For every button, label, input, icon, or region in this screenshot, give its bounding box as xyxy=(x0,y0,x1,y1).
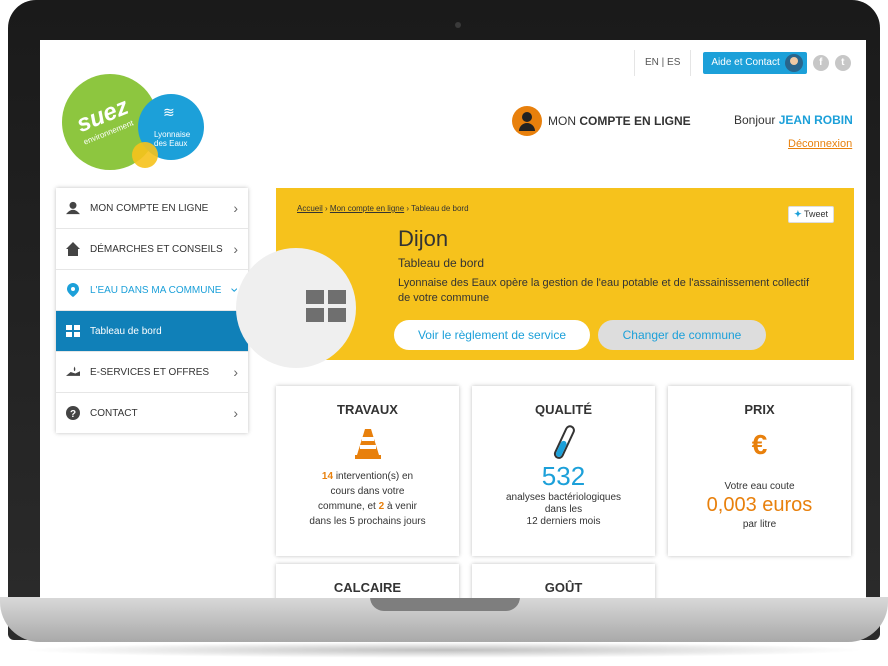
sidebar-item-dashboard[interactable]: Tableau de bord xyxy=(56,311,256,352)
travaux-line4: à venir xyxy=(386,501,417,512)
sidebar-item-label: CONTACT xyxy=(90,407,138,419)
user-name: JEAN ROBIN xyxy=(778,113,853,127)
qualite-text: analyses bactériologiques dans les 12 de… xyxy=(472,492,655,528)
help-contact-button[interactable]: Aide et Contact xyxy=(703,52,807,74)
sidebar-item-demarches[interactable]: DÉMARCHES ET CONSEILS › xyxy=(56,229,248,270)
page-title: Dijon xyxy=(398,226,449,251)
help-label: Aide et Contact xyxy=(711,57,780,68)
commune-banner: Accueil › Mon compte en ligne › Tableau … xyxy=(236,188,854,368)
logo[interactable]: suez environnement ≋ Lyonnaise des Eaux xyxy=(62,74,212,174)
traffic-cone-icon xyxy=(353,429,383,459)
card-title: TRAVAUX xyxy=(337,402,398,417)
twitter-bird-icon: ✦ xyxy=(794,209,802,219)
card-prix[interactable]: PRIX € Votre eau coute 0,003 euros par l… xyxy=(668,386,851,556)
card-qualite[interactable]: QUALITÉ 532 analyses bactériologiques da… xyxy=(472,386,655,556)
dashboard-icon xyxy=(306,290,346,322)
change-commune-button[interactable]: Changer de commune xyxy=(598,320,766,350)
account-prefix: MON xyxy=(548,114,576,128)
travaux-line5: dans les 5 prochains jours xyxy=(309,516,426,527)
travaux-line3: commune, et xyxy=(318,501,376,512)
location-pin-icon xyxy=(66,283,80,297)
account-link[interactable]: MON COMPTE EN LIGNE xyxy=(512,106,691,136)
account-label: MON COMPTE EN LIGNE xyxy=(548,114,691,128)
breadcrumb: Accueil › Mon compte en ligne › Tableau … xyxy=(297,204,469,213)
card-title: QUALITÉ xyxy=(534,402,593,417)
sidebar-item-label: Tableau de bord xyxy=(90,325,162,337)
qualite-line1: analyses bactériologiques xyxy=(505,492,622,503)
breadcrumb-current: Tableau de bord xyxy=(411,204,469,213)
user-icon xyxy=(512,106,542,136)
facebook-icon[interactable]: f xyxy=(812,55,829,71)
laptop-frame: EN | ES Aide et Contact f t suez environ… xyxy=(0,0,888,666)
tweet-label: Tweet xyxy=(803,209,828,219)
travaux-text: 14 intervention(s) en cours dans votre c… xyxy=(276,469,459,529)
analyses-count: 532 xyxy=(541,461,586,491)
interventions-count: 14 xyxy=(321,471,334,482)
advisor-avatar xyxy=(784,54,803,72)
logo-partner-line2: des Eaux xyxy=(154,139,188,148)
dashboard-icon xyxy=(66,324,80,338)
laptop-shadow xyxy=(20,642,868,658)
sidebar-item-contact[interactable]: ? CONTACT › xyxy=(56,393,248,433)
test-tube-icon xyxy=(549,425,579,461)
house-icon xyxy=(66,242,80,256)
breadcrumb-home[interactable]: Accueil xyxy=(297,204,323,213)
logo-partner: Lyonnaise des Eaux xyxy=(154,130,190,148)
page-subtitle: Tableau de bord xyxy=(398,256,485,270)
price-value: 0,003 euros xyxy=(706,494,813,516)
travaux-line1: intervention(s) en xyxy=(335,471,414,482)
tweet-button[interactable]: ✦ Tweet xyxy=(788,206,834,223)
card-calcaire[interactable]: CALCAIRE xyxy=(276,564,459,598)
commune-description: Lyonnaise des Eaux opère la gestion de l… xyxy=(398,277,810,304)
prix-line2: par litre xyxy=(742,519,777,530)
prix-line1: Votre eau coute xyxy=(724,481,795,492)
chevron-right-icon: › xyxy=(233,241,238,257)
euro-icon: € xyxy=(751,429,768,460)
water-drop-icon: ≋ xyxy=(163,104,175,120)
webcam xyxy=(455,22,461,28)
twitter-icon[interactable]: t xyxy=(834,55,851,71)
card-gout[interactable]: GOÛT xyxy=(472,564,655,598)
sidebar-item-eservices[interactable]: E-SERVICES ET OFFRES › xyxy=(56,352,248,393)
qualite-line2: dans les xyxy=(544,504,583,515)
sidebar-item-label: MON COMPTE EN LIGNE xyxy=(90,202,209,214)
logout-link[interactable]: Déconnexion xyxy=(788,138,852,150)
account-title: COMPTE EN LIGNE xyxy=(579,114,691,128)
chevron-right-icon: › xyxy=(233,364,238,380)
sidebar-item-label: L'EAU DANS MA COMMUNE xyxy=(90,284,222,296)
language-switch[interactable]: EN | ES xyxy=(634,50,692,76)
upcoming-count: 2 xyxy=(378,501,385,512)
hand-drop-icon xyxy=(66,365,80,379)
screen: EN | ES Aide et Contact f t suez environ… xyxy=(40,40,866,598)
travaux-line2: cours dans votre xyxy=(330,486,405,497)
breadcrumb-account[interactable]: Mon compte en ligne xyxy=(330,204,404,213)
greeting-text: Bonjour xyxy=(734,113,776,127)
card-travaux[interactable]: TRAVAUX 14 intervention(s) en cours dans… xyxy=(276,386,459,556)
top-bar: EN | ES Aide et Contact f t xyxy=(634,50,851,76)
sidebar-item-label: DÉMARCHES ET CONSEILS xyxy=(90,243,223,255)
sidebar: MON COMPTE EN LIGNE › DÉMARCHES ET CONSE… xyxy=(56,188,256,433)
card-title: CALCAIRE xyxy=(333,580,402,595)
sidebar-item-label: E-SERVICES ET OFFRES xyxy=(90,366,210,378)
question-icon: ? xyxy=(66,406,80,420)
logo-partner-line1: Lyonnaise xyxy=(154,130,191,139)
laptop-base xyxy=(0,597,888,642)
sidebar-item-account[interactable]: MON COMPTE EN LIGNE › xyxy=(56,188,248,229)
qualite-line3: 12 derniers mois xyxy=(526,516,601,527)
card-title: GOÛT xyxy=(544,580,583,595)
laptop-notch xyxy=(370,597,520,611)
greeting: Bonjour JEAN ROBIN xyxy=(734,113,853,127)
svg-text:?: ? xyxy=(70,409,76,420)
chevron-right-icon: › xyxy=(233,405,238,421)
chevron-right-icon: › xyxy=(233,200,238,216)
service-rules-button[interactable]: Voir le règlement de service xyxy=(394,320,590,350)
card-title: PRIX xyxy=(744,402,775,417)
sidebar-item-commune[interactable]: L'EAU DANS MA COMMUNE › xyxy=(56,270,248,311)
user-icon xyxy=(66,201,80,215)
